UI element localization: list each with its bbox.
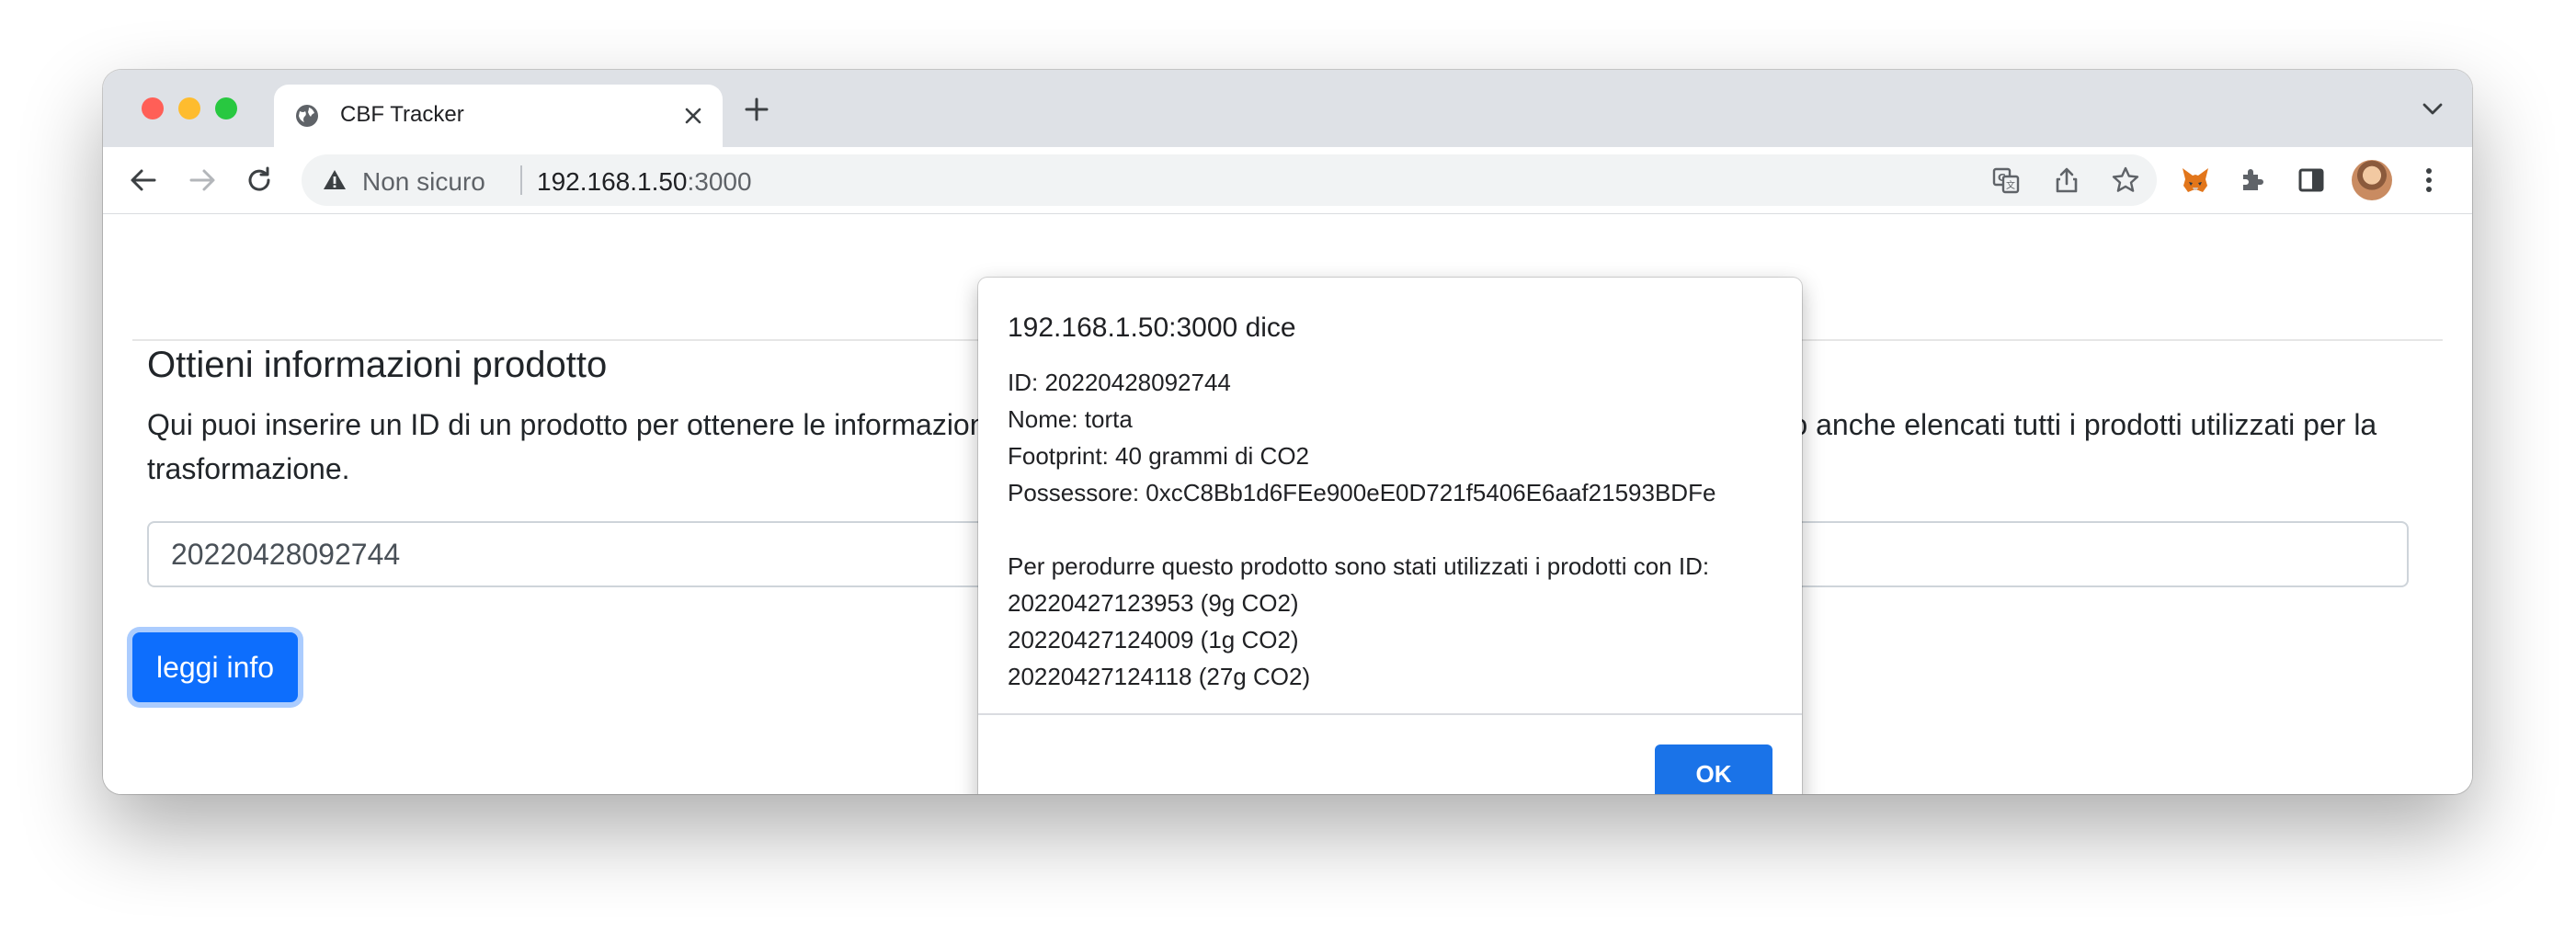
- bookmark-star-icon[interactable]: [2111, 165, 2140, 195]
- dialog-line-owner: Possessore: 0xcC8Bb1d6FEe900eE0D721f5406…: [1008, 479, 1716, 506]
- browser-window: CBF Tracker Non sicuro 192.168.1.50:3000…: [103, 70, 2472, 794]
- security-label[interactable]: Non sicuro: [362, 167, 485, 197]
- extensions-puzzle-icon[interactable]: [2236, 164, 2269, 197]
- browser-toolbar: Non sicuro 192.168.1.50:3000 G 文: [103, 147, 2472, 214]
- maximize-window-button[interactable]: [215, 97, 237, 119]
- read-info-button[interactable]: leggi info: [132, 632, 298, 702]
- dialog-line-id: ID: 20220428092744: [1008, 369, 1231, 396]
- tab-cbf-tracker[interactable]: CBF Tracker: [274, 85, 723, 147]
- tab-title: CBF Tracker: [340, 102, 464, 127]
- dialog-line-blank: [1008, 511, 1780, 548]
- translate-icon[interactable]: G 文: [1991, 165, 2021, 195]
- forward-arrow-icon[interactable]: [186, 164, 219, 197]
- dialog-line-name: Nome: torta: [1008, 405, 1133, 433]
- url-host: 192.168.1.50: [537, 167, 688, 196]
- address-bar[interactable]: Non sicuro 192.168.1.50:3000 G 文: [302, 154, 2157, 206]
- reload-icon[interactable]: [243, 164, 276, 197]
- url-port: :3000: [687, 167, 752, 196]
- section-title: Ottieni informazioni prodotto: [147, 345, 608, 385]
- new-tab-icon[interactable]: [743, 96, 770, 123]
- dialog-title: 192.168.1.50:3000 dice: [1008, 313, 1296, 343]
- close-tab-icon[interactable]: [680, 103, 706, 129]
- side-panel-icon[interactable]: [2295, 164, 2328, 197]
- svg-text:文: 文: [2006, 179, 2015, 191]
- dialog-line-ingredients-header: Per perodurre questo prodotto sono stati…: [1008, 552, 1710, 580]
- chevron-down-icon[interactable]: [2421, 99, 2445, 118]
- url-text[interactable]: 192.168.1.50:3000: [537, 167, 752, 197]
- globe-icon: [296, 105, 318, 127]
- alert-dialog: 192.168.1.50:3000 dice ID: 2022042809274…: [978, 278, 1802, 794]
- profile-avatar[interactable]: [2352, 160, 2392, 200]
- dialog-message: ID: 20220428092744 Nome: torta Footprint…: [1008, 364, 1780, 695]
- dialog-line-ingredient-2: 20220427124009 (1g CO2): [1008, 626, 1299, 654]
- dialog-line-footprint: Footprint: 40 grammi di CO2: [1008, 442, 1310, 470]
- warning-icon[interactable]: [322, 167, 348, 193]
- minimize-window-button[interactable]: [178, 97, 200, 119]
- dialog-separator: [978, 713, 1802, 715]
- more-menu-icon[interactable]: [2412, 164, 2445, 197]
- dialog-line-ingredient-3: 20220427124118 (27g CO2): [1008, 663, 1311, 690]
- share-icon[interactable]: [2052, 165, 2081, 195]
- tab-strip: CBF Tracker: [103, 70, 2472, 147]
- close-window-button[interactable]: [142, 97, 164, 119]
- metamask-fox-icon[interactable]: [2179, 164, 2212, 197]
- omnibox-separator: [520, 165, 522, 195]
- ok-button[interactable]: OK: [1655, 744, 1772, 794]
- dialog-line-ingredient-1: 20220427123953 (9g CO2): [1008, 589, 1299, 617]
- back-arrow-icon[interactable]: [127, 164, 160, 197]
